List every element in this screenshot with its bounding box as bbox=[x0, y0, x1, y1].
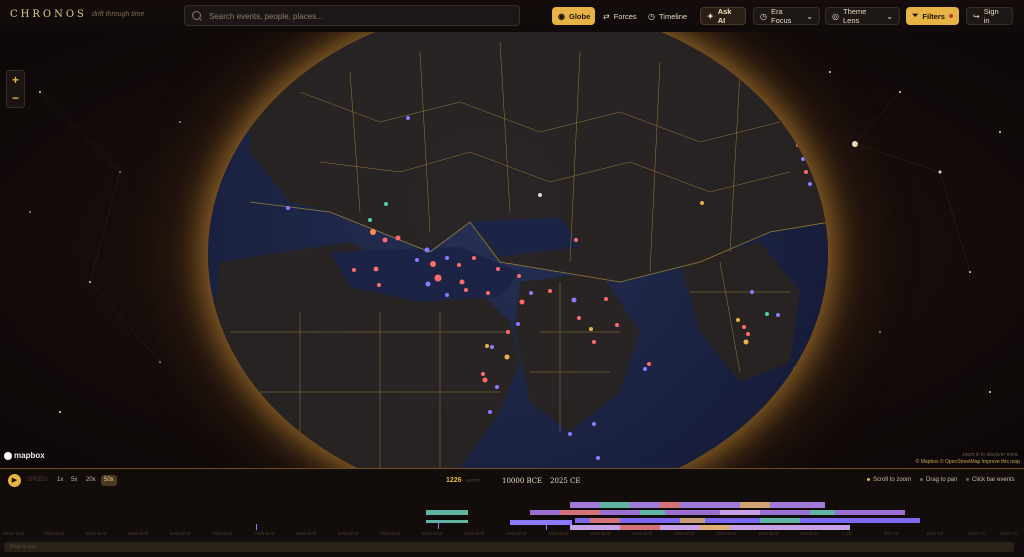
hint-click: Click bar events bbox=[966, 477, 1015, 483]
theme-lens-dropdown[interactable]: ◎ Theme Lens ⌄ bbox=[825, 7, 900, 25]
tick-label: 1 CE bbox=[842, 531, 853, 536]
tick-label: 500 BCE bbox=[800, 531, 819, 536]
tick-label: 7000 BCE bbox=[254, 531, 275, 536]
play-button[interactable]: ▶ bbox=[8, 474, 21, 487]
sign-in-label: Sign in bbox=[983, 7, 999, 25]
tick-label: 7500 BCE bbox=[212, 531, 233, 536]
era-focus-label: Era Focus bbox=[770, 7, 792, 25]
tick-label: 10000 BCE bbox=[2, 531, 26, 536]
speed-label: SPEED bbox=[27, 477, 48, 483]
view-timeline-button[interactable]: ◷ Timeline bbox=[642, 7, 692, 25]
hint-drag-label: Drag to pan bbox=[926, 477, 958, 483]
filter-icon: ⏷ bbox=[912, 11, 919, 20]
globe-icon: ◉ bbox=[558, 11, 565, 21]
tick-label: 2000 CE bbox=[1000, 531, 1018, 536]
tick-label: 8000 BCE bbox=[170, 531, 191, 536]
zoom-control: + − bbox=[6, 70, 25, 108]
zoom-out-button[interactable]: − bbox=[7, 89, 24, 107]
clock-icon: ◷ bbox=[648, 11, 655, 21]
hint-click-label: Click bar events bbox=[972, 477, 1015, 483]
search-input[interactable] bbox=[207, 9, 511, 24]
tick-label: 1500 BCE bbox=[716, 531, 737, 536]
tick-label: 2500 BCE bbox=[632, 531, 653, 536]
event-count-label: events bbox=[466, 478, 481, 484]
mapbox-logo[interactable]: mapbox bbox=[4, 451, 45, 460]
tick-label: 9000 BCE bbox=[86, 531, 107, 536]
sign-in-icon: ↪ bbox=[973, 11, 980, 21]
timeline-ticks: 10000 BCE 9500 BCE 9000 BCE 8500 BCE 800… bbox=[0, 531, 1024, 539]
sign-in-button[interactable]: ↪ Sign in bbox=[966, 7, 1013, 25]
view-forces-label: Forces bbox=[613, 11, 637, 21]
globe-map[interactable]: + − bbox=[0, 32, 1024, 468]
app-tagline: drift through time bbox=[92, 11, 145, 18]
tick-label: 1000 CE bbox=[926, 531, 944, 536]
hint-dot bbox=[966, 477, 969, 481]
clock-icon: ◷ bbox=[760, 11, 767, 21]
speed-5x-button[interactable]: 5x bbox=[68, 475, 80, 486]
tick-label: 4000 BCE bbox=[506, 531, 527, 536]
hint-drag: Drag to pan bbox=[920, 477, 957, 483]
view-forces-button[interactable]: ⇄ Forces bbox=[597, 7, 639, 25]
tick-label: 500 CE bbox=[884, 531, 900, 536]
tick-label: 5500 BCE bbox=[380, 531, 401, 536]
top-bar: CHRONOS drift through time ◉ Globe ⇄ For… bbox=[0, 0, 1024, 32]
filters-button[interactable]: ⏷ Filters bbox=[906, 7, 959, 25]
filter-active-dot bbox=[948, 14, 953, 18]
tick-label: 6000 BCE bbox=[338, 531, 359, 536]
filters-label: Filters bbox=[922, 11, 945, 21]
view-timeline-label: Timeline bbox=[658, 11, 688, 21]
tick-label: 5000 BCE bbox=[422, 531, 443, 536]
speed-1x-button[interactable]: 1x bbox=[54, 475, 66, 486]
speed-20x-button[interactable]: 20x bbox=[83, 475, 99, 486]
zoom-in-button[interactable]: + bbox=[7, 71, 24, 89]
search-bar[interactable] bbox=[184, 5, 520, 26]
sparkle-icon: ✦ bbox=[707, 11, 714, 21]
view-globe-button[interactable]: ◉ Globe bbox=[552, 7, 595, 25]
chevron-down-icon: ⌄ bbox=[886, 11, 893, 21]
tick-label: 8500 BCE bbox=[128, 531, 149, 536]
tick-label: 9500 BCE bbox=[44, 531, 65, 536]
event-density-bars[interactable] bbox=[0, 491, 1024, 531]
zoom-hint: zoom in to discover more bbox=[962, 452, 1018, 458]
timeline-panel: ▶ SPEED 1x 5x 20x 50x 1226 events 10000 … bbox=[0, 468, 1024, 557]
mapbox-icon bbox=[4, 451, 12, 460]
tick-label: 2000 BCE bbox=[674, 531, 695, 536]
search-icon bbox=[192, 11, 201, 20]
era-focus-dropdown[interactable]: ◷ Era Focus ⌄ bbox=[753, 7, 820, 25]
speed-50x-button[interactable]: 50x bbox=[101, 475, 117, 486]
range-start: 10000 BCE bbox=[502, 477, 543, 485]
event-count: 1226 bbox=[446, 477, 462, 484]
tick-label: 1500 CE bbox=[968, 531, 986, 536]
tick-label: 6500 BCE bbox=[296, 531, 317, 536]
tick-label: 3000 BCE bbox=[590, 531, 611, 536]
theme-lens-label: Theme Lens bbox=[842, 7, 867, 25]
hint-dot bbox=[867, 477, 870, 481]
tick-label: 4500 BCE bbox=[464, 531, 485, 536]
ask-ai-button[interactable]: ✦ Ask AI bbox=[700, 7, 746, 25]
timeline-scrubber[interactable]: Drag to pan bbox=[4, 542, 1014, 552]
tick-label: 3500 BCE bbox=[548, 531, 569, 536]
map-attribution[interactable]: © Mapbox © OpenStreetMap Improve this ma… bbox=[916, 459, 1020, 465]
view-globe-label: Globe bbox=[568, 11, 591, 21]
chevron-down-icon: ⌄ bbox=[806, 11, 813, 21]
hint-scroll-label: Scroll to zoom bbox=[873, 477, 912, 483]
lens-icon: ◎ bbox=[832, 11, 839, 21]
mapbox-label: mapbox bbox=[14, 451, 45, 460]
globe-land-and-events bbox=[210, 32, 828, 468]
hint-scroll: Scroll to zoom bbox=[867, 477, 911, 483]
ask-ai-label: Ask AI bbox=[717, 7, 732, 25]
tick-label: 1000 BCE bbox=[758, 531, 779, 536]
scrubber-label: Drag to pan bbox=[10, 544, 37, 550]
range-end: 2025 CE bbox=[550, 477, 581, 485]
hint-dot bbox=[920, 477, 923, 481]
forces-icon: ⇄ bbox=[603, 11, 610, 21]
app-logo[interactable]: CHRONOS bbox=[10, 9, 87, 20]
